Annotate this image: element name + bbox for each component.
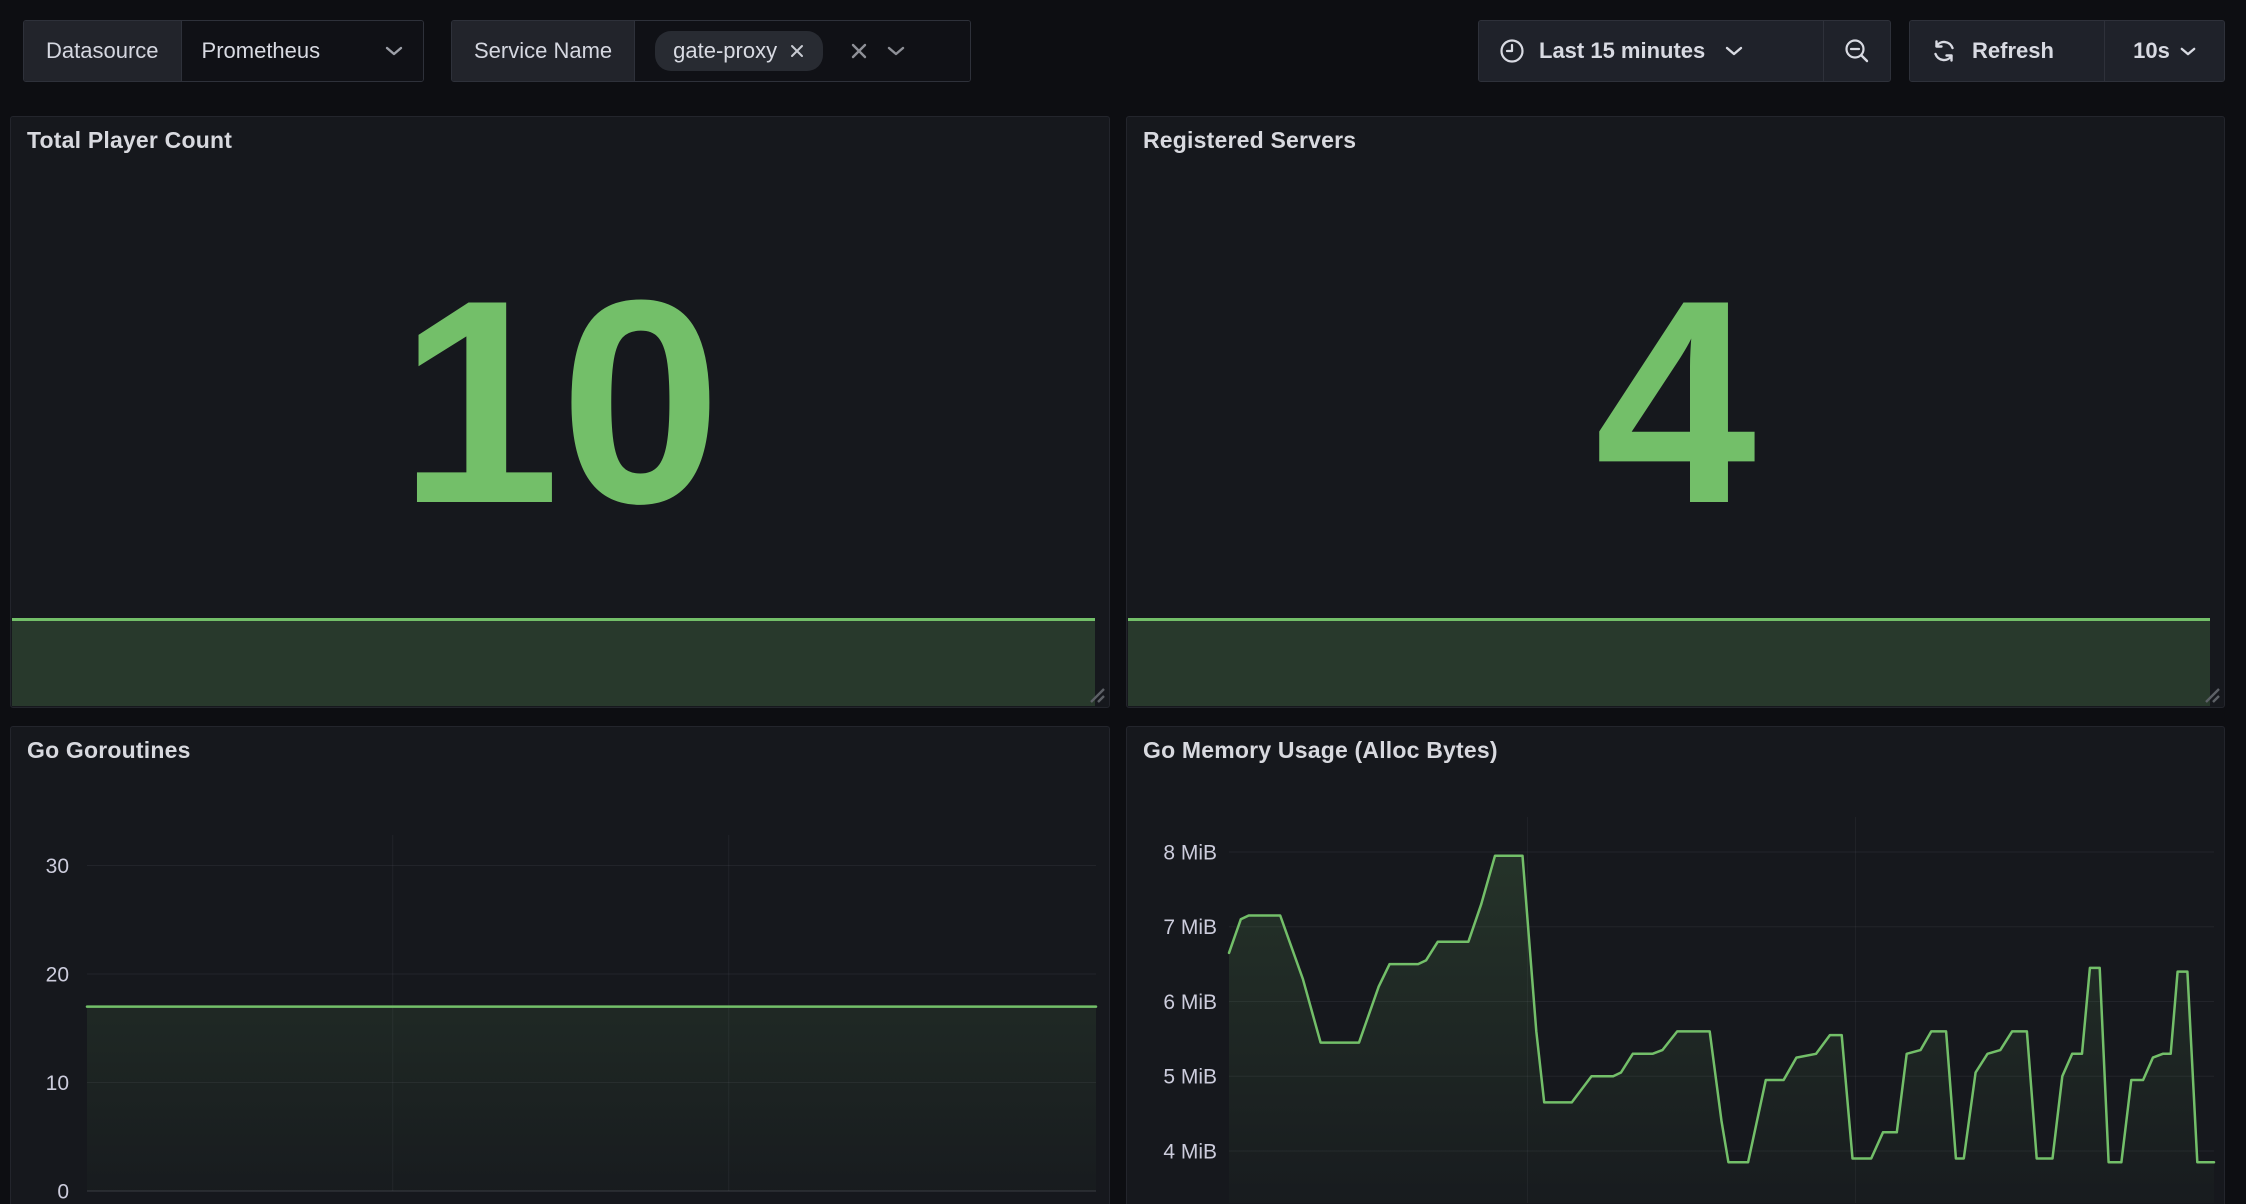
svg-text:6 MiB: 6 MiB (1163, 991, 1217, 1014)
stat-value: 10 (11, 187, 1109, 617)
clear-all-x-icon[interactable] (849, 41, 869, 61)
memory-chart[interactable]: 4 MiB 5 MiB 6 MiB 7 MiB 8 MiB (1127, 727, 2224, 1203)
time-range-label: Last 15 minutes (1539, 38, 1705, 64)
chevron-down-icon (385, 45, 403, 57)
panel-title[interactable]: Total Player Count (27, 127, 232, 154)
datasource-label: Datasource (24, 21, 182, 81)
resize-handle-icon[interactable] (2198, 681, 2220, 703)
stat-sparkline (1128, 618, 2210, 706)
panel-go-goroutines: Go Goroutines 0102030 (10, 726, 1110, 1204)
svg-text:30: 30 (46, 855, 69, 878)
goroutines-chart[interactable]: 0 10 20 30 (11, 727, 1109, 1203)
refresh-picker-group: Refresh 10s (1909, 20, 2225, 82)
svg-text:0: 0 (57, 1180, 69, 1203)
svg-text:4 MiB: 4 MiB (1163, 1140, 1217, 1163)
refresh-interval-select[interactable]: 10s (2105, 21, 2224, 81)
chevron-down-icon (1725, 45, 1743, 57)
service-name-label: Service Name (452, 21, 635, 81)
chevron-down-icon (2180, 46, 2196, 57)
svg-text:20: 20 (46, 963, 69, 986)
stat-sparkline (12, 618, 1095, 706)
time-picker-group: Last 15 minutes (1478, 20, 1891, 82)
datasource-value: Prometheus (202, 38, 321, 64)
refresh-label: Refresh (1972, 38, 2054, 64)
svg-text:10: 10 (46, 1072, 69, 1095)
service-name-select[interactable]: gate-proxy (635, 21, 970, 81)
zoom-out-button[interactable] (1824, 21, 1890, 81)
panel-title[interactable]: Registered Servers (1143, 127, 1356, 154)
panel-go-memory: Go Memory Usage (Alloc Bytes) 4 MiB5 MiB… (1126, 726, 2225, 1204)
resize-handle-icon[interactable] (1083, 681, 1105, 703)
service-name-tag-label: gate-proxy (673, 38, 777, 64)
refresh-button[interactable]: Refresh (1910, 21, 2104, 81)
service-name-filter: Service Name gate-proxy (451, 20, 971, 82)
service-name-tag[interactable]: gate-proxy (655, 31, 823, 71)
datasource-picker: Datasource Prometheus (23, 20, 424, 82)
clock-icon (1499, 38, 1525, 64)
refresh-icon (1930, 37, 1958, 65)
svg-text:7 MiB: 7 MiB (1163, 916, 1217, 939)
panel-total-player-count: Total Player Count 10 (10, 116, 1110, 708)
refresh-interval-value: 10s (2133, 38, 2170, 64)
chevron-down-icon[interactable] (887, 45, 905, 57)
datasource-select[interactable]: Prometheus (182, 21, 423, 81)
stat-value: 4 (1127, 187, 2224, 617)
svg-text:8 MiB: 8 MiB (1163, 841, 1217, 864)
time-range-button[interactable]: Last 15 minutes (1479, 21, 1823, 81)
x-icon[interactable] (789, 43, 805, 59)
panel-registered-servers: Registered Servers 4 (1126, 116, 2225, 708)
svg-text:5 MiB: 5 MiB (1163, 1066, 1217, 1089)
zoom-out-icon (1843, 37, 1871, 65)
